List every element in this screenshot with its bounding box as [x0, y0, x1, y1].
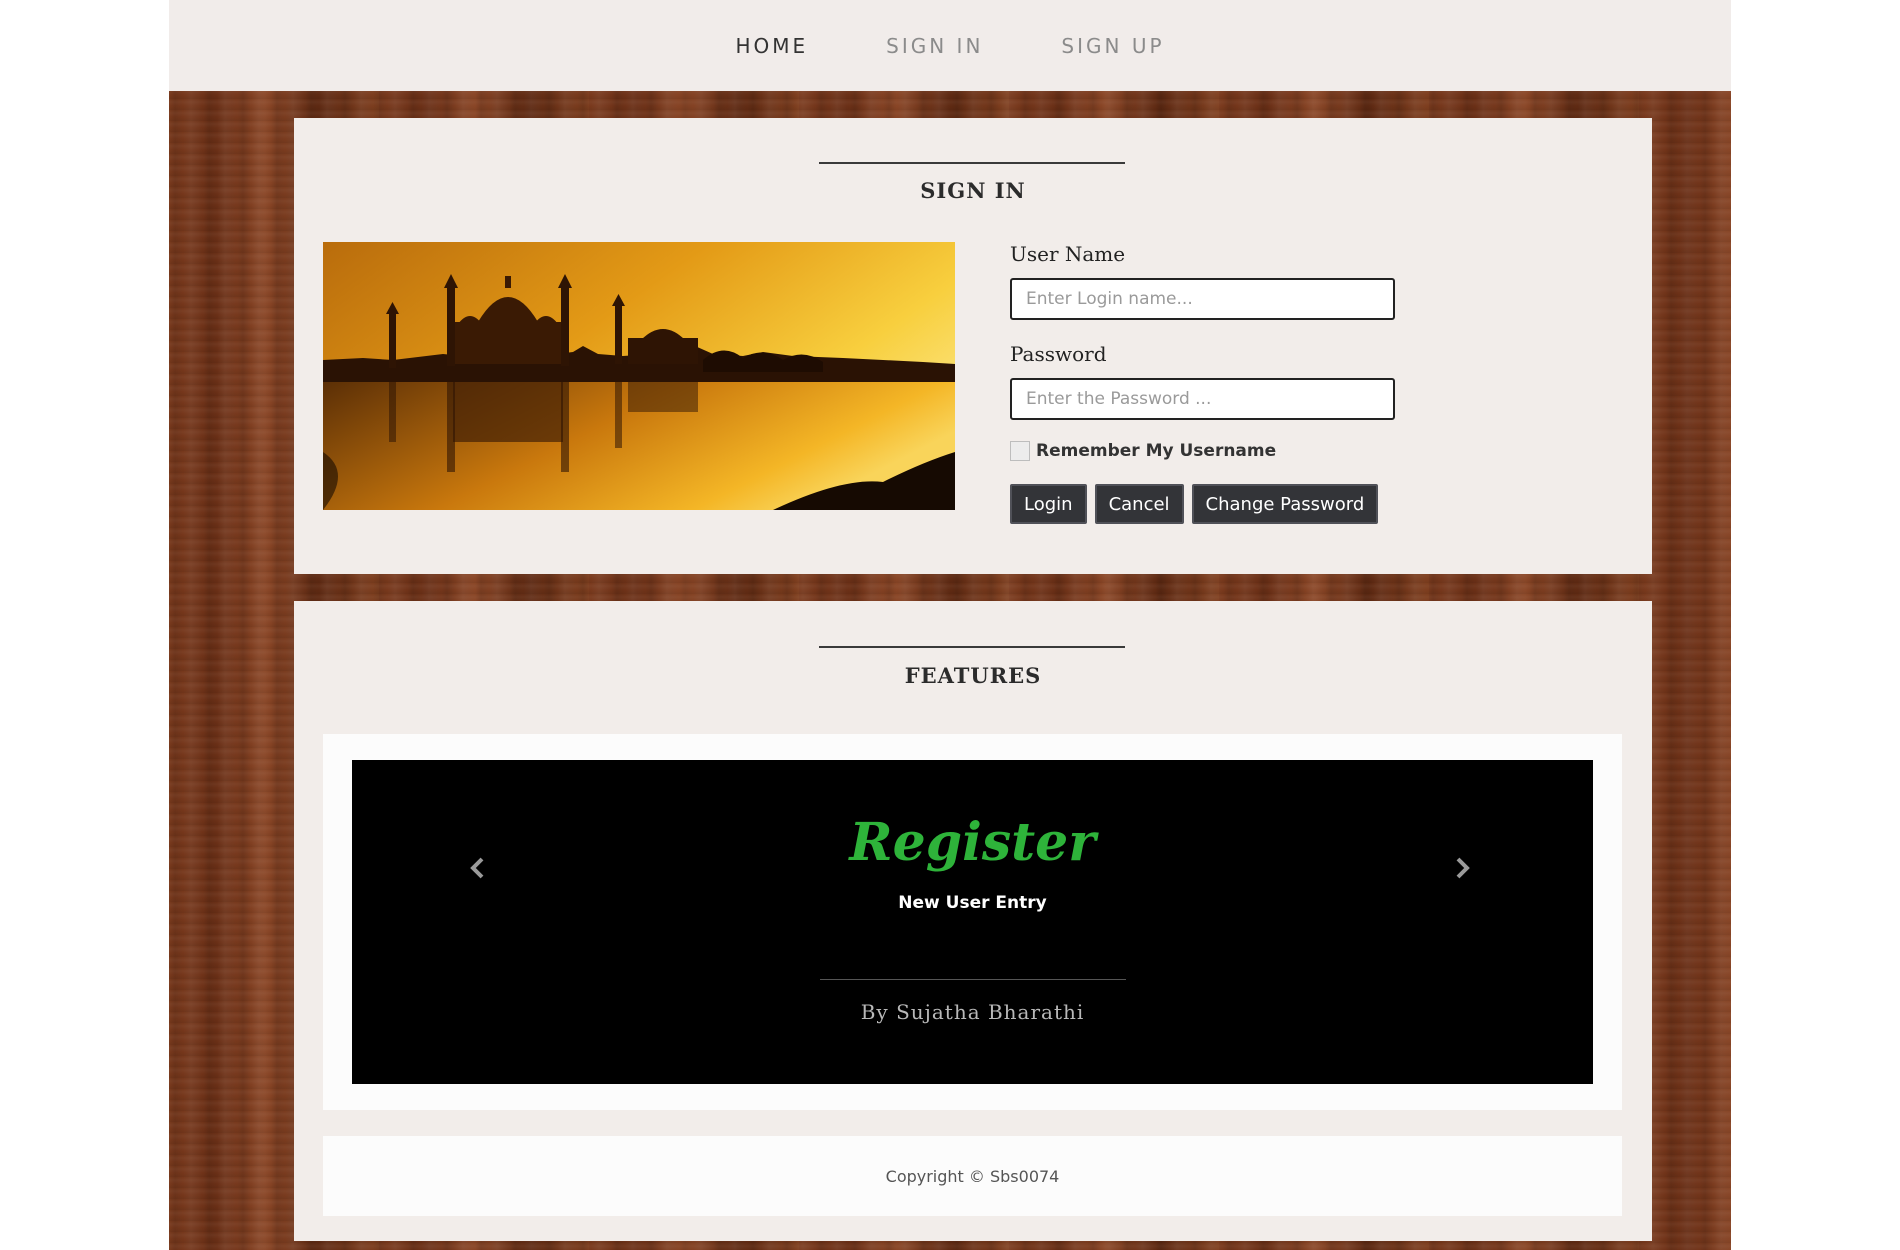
copyright-text: Copyright © Sbs0074	[885, 1166, 1060, 1186]
slide-caption: New User Entry	[898, 893, 1047, 913]
remember-row: Remember My Username	[1010, 436, 1440, 466]
slide-divider	[820, 979, 1126, 980]
remember-label: Remember My Username	[1036, 441, 1277, 461]
slide-title: Register	[849, 812, 1096, 873]
login-form: User Name Password Remember My Username …	[1010, 242, 1440, 524]
carousel-frame: Register New User Entry By Sujatha Bhara…	[323, 734, 1622, 1110]
nav-signup-link[interactable]: SIGN UP	[1061, 34, 1164, 58]
username-label: User Name	[1010, 242, 1126, 266]
chevron-right-icon[interactable]	[1442, 848, 1482, 888]
section-divider	[819, 646, 1125, 648]
form-buttons: Login Cancel Change Password	[1010, 484, 1440, 524]
password-label: Password	[1010, 342, 1107, 366]
footer: Copyright © Sbs0074	[323, 1136, 1622, 1216]
features-carousel: Register New User Entry By Sujatha Bhara…	[352, 760, 1593, 1084]
cancel-button[interactable]: Cancel	[1094, 484, 1184, 524]
nav-home-link[interactable]: HOME	[735, 34, 808, 58]
signin-panel: SIGN IN User Name Enter Login name... Pa…	[294, 118, 1652, 574]
features-title: FEATURES	[904, 663, 1042, 688]
login-button[interactable]: Login	[1010, 484, 1087, 524]
change-password-button[interactable]: Change Password	[1191, 484, 1379, 524]
nav-signin-link[interactable]: SIGN IN	[886, 34, 983, 58]
features-panel: FEATURES Register New User Entry By Suja…	[294, 601, 1652, 1241]
username-input[interactable]	[1010, 278, 1395, 320]
password-input[interactable]	[1010, 378, 1395, 420]
top-nav: HOME SIGN IN SIGN UP	[169, 0, 1731, 91]
site-container: HOME SIGN IN SIGN UP SIGN IN User Name E…	[169, 0, 1731, 1250]
signin-title: SIGN IN	[920, 178, 1026, 203]
section-divider	[819, 162, 1125, 164]
hero-image	[323, 242, 955, 510]
slide-author: By Sujatha Bharathi	[860, 1000, 1085, 1024]
remember-checkbox[interactable]	[1010, 441, 1030, 461]
